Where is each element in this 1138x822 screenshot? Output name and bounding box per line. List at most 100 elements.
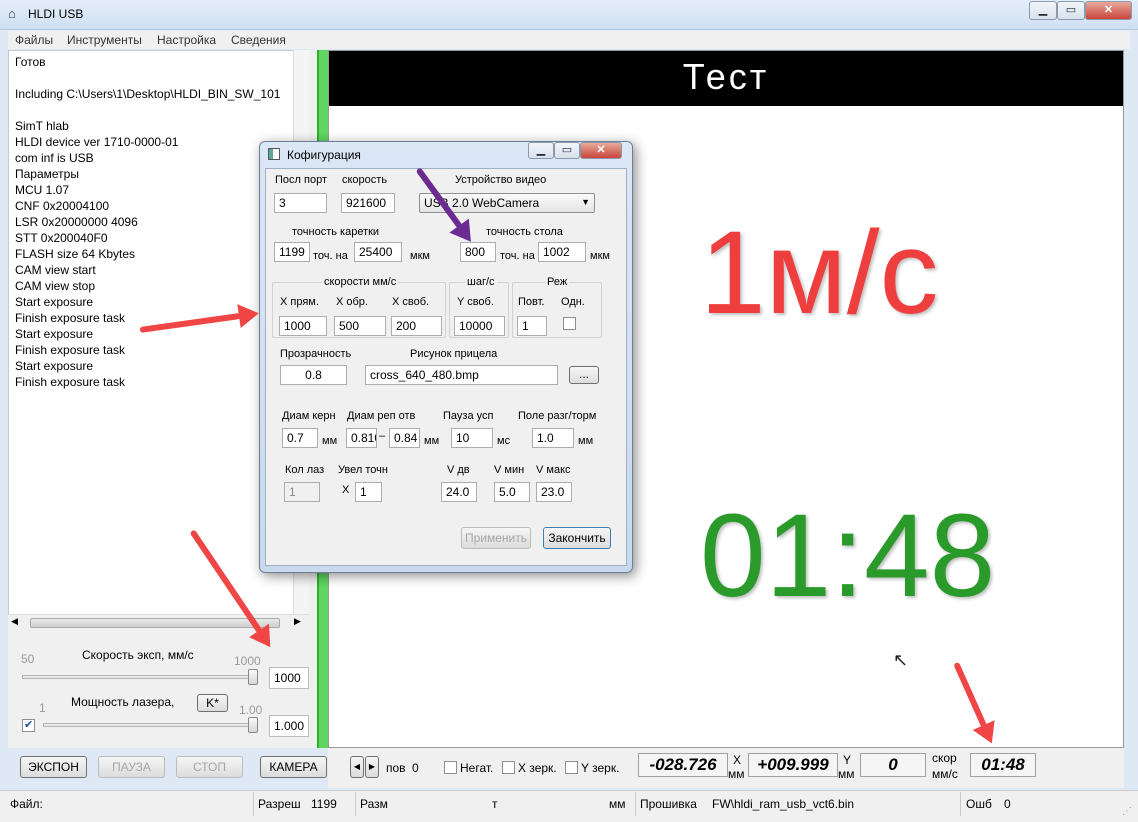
power-min-label: 1 [39,701,46,715]
next-arrow-icon[interactable]: ▶ [365,756,379,778]
speed-unit-label-2: мм/с [932,767,958,781]
speed-slider-track[interactable] [22,675,258,679]
dialog-maximize-button[interactable]: ▭ [554,142,580,159]
res-value: 1199 [311,797,337,811]
step-group-label: шаг/с [465,276,497,288]
pause-input[interactable]: 10 [451,428,493,448]
apply-button[interactable]: Применить [461,527,531,549]
rep-from-input[interactable]: 0.810 [346,428,377,448]
dialog-minimize-button[interactable]: ▁ [528,142,554,159]
power-slider-track[interactable] [43,723,258,727]
vdv-input[interactable]: 24.0 [441,482,477,502]
menu-files[interactable]: Файлы [15,33,53,47]
core-unit: мм [322,435,338,447]
pause-button[interactable]: ПАУЗА [98,756,165,778]
log-line: Including C:\Users\1\Desktop\HLDI_BIN_SW… [15,87,281,101]
speed-slider-thumb[interactable] [248,669,258,685]
zoom-x-label: X [342,484,350,496]
vmax-label: V макс [536,464,571,476]
size-mm-label: мм [609,797,626,811]
window-title: HLDI USB [28,7,84,21]
pause-unit: мс [497,435,511,447]
table-label: точность стола [486,226,563,238]
power-label: Мощность лазера, [71,695,175,709]
vmin-input[interactable]: 5.0 [494,482,530,502]
scroll-left-icon[interactable]: ◀ [11,616,18,627]
log-line: Start exposure [15,359,94,373]
core-input[interactable]: 0.7 [282,428,318,448]
stop-button[interactable]: СТОП [176,756,243,778]
dialog-title: Кофигурация [287,148,361,162]
size-t-label: т [492,797,498,811]
dialog-close-button[interactable]: ✕ [580,142,622,159]
k-coefficient-button[interactable]: K* [197,694,228,712]
rep-to-input[interactable]: 0.84 [389,428,420,448]
display-title: Тест [682,56,770,97]
table-um-input[interactable]: 1002 [538,242,586,262]
scroll-right-icon[interactable]: ▶ [294,616,301,627]
y-unit-label: мм [838,767,855,781]
opacity-label: Прозрачность [280,348,352,360]
repeat-input[interactable]: 1 [517,316,547,336]
zoom-input[interactable]: 1 [355,482,382,502]
y-mirror-checkbox[interactable] [565,761,578,774]
pause-label: Пауза усп [443,410,494,422]
close-button[interactable]: ✕ [1085,1,1132,20]
opacity-input[interactable]: 0.8 [280,365,347,385]
scrollbar-thumb[interactable] [30,618,280,628]
power-slider-thumb[interactable] [248,717,258,733]
port-input[interactable]: 3 [274,193,327,213]
x-coordinate: -028.726 [638,753,728,777]
table-um-unit: мкм [590,250,610,262]
carriage-input[interactable]: 1199 [274,242,310,262]
menu-settings[interactable]: Настройка [157,33,216,47]
x-unit-label: мм [728,767,745,781]
rep-unit: мм [424,435,440,447]
field-input[interactable]: 1.0 [532,428,574,448]
menu-about[interactable]: Сведения [231,33,286,47]
x-axis-label: X [733,753,742,767]
laser-count-input[interactable]: 1 [284,482,320,502]
browse-button[interactable]: ... [569,366,599,384]
speed-display: 1м/с [700,207,939,339]
vmax-input[interactable]: 23.0 [536,482,572,502]
resize-grip-icon[interactable]: ⋰ [1122,806,1132,817]
carriage-on-label: точ. на [313,250,348,262]
y-free-input[interactable]: 10000 [454,316,505,336]
finish-button[interactable]: Закончить [543,527,611,549]
laser-count-label: Кол лаз [285,464,325,476]
x-free-label: X своб. [392,296,430,308]
chevron-down-icon: ▼ [581,197,590,207]
x-mirror-checkbox[interactable] [502,761,515,774]
minimize-button[interactable]: ▁ [1029,1,1057,20]
menu-tools[interactable]: Инструменты [67,33,142,47]
prev-arrow-icon[interactable]: ◀ [350,756,364,778]
power-checkbox[interactable]: ✔ [22,719,35,732]
cross-input[interactable]: cross_640_480.bmp [365,365,558,385]
camera-button[interactable]: КАМЕРА [260,756,327,778]
pos-value: 0 [412,761,419,775]
baud-label: скорость [342,174,388,186]
speed-min-label: 50 [21,652,35,666]
power-max-label: 1.00 [239,703,263,717]
x-fwd-input[interactable]: 1000 [279,316,327,336]
y-coordinate: +009.999 [748,753,838,777]
x-back-input[interactable]: 500 [334,316,386,336]
speed-label: Скорость эксп, мм/с [82,648,194,662]
log-line: Готов [15,55,46,69]
carriage-um-input[interactable]: 25400 [354,242,402,262]
y-axis-label: Y [843,753,852,767]
log-line: Start exposure [15,295,94,309]
expose-button[interactable]: ЭКСПОН [20,756,87,778]
single-checkbox[interactable] [563,317,576,330]
current-speed: 0 [860,753,926,777]
pos-label: пов [386,761,406,775]
log-line: SimT hlab [15,119,69,133]
x-free-input[interactable]: 200 [391,316,442,336]
baud-input[interactable]: 921600 [341,193,395,213]
app-icon: ⌂ [8,6,16,21]
negative-checkbox[interactable] [444,761,457,774]
size-label: Разм [360,797,388,811]
maximize-button[interactable]: ▭ [1057,1,1085,20]
single-label: Одн. [561,296,585,308]
